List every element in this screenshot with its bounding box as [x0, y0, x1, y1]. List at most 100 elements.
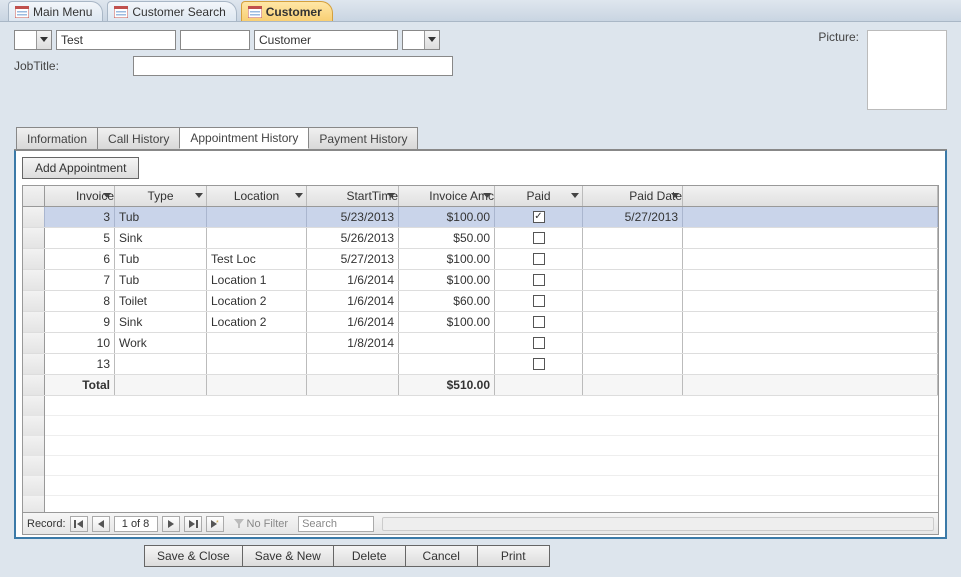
checkbox-icon[interactable] — [533, 316, 545, 328]
cell-invoice-amt[interactable]: $100.00 — [399, 270, 495, 290]
cell-start-time[interactable]: 1/6/2014 — [307, 312, 399, 332]
table-row[interactable]: 10Work1/8/2014 — [23, 333, 938, 354]
cell-invoice[interactable]: 10 — [45, 333, 115, 353]
row-selector[interactable] — [23, 249, 45, 269]
nav-first-button[interactable] — [70, 516, 88, 532]
cell-location[interactable]: Location 2 — [207, 312, 307, 332]
checkbox-icon[interactable] — [533, 253, 545, 265]
no-filter-indicator[interactable]: No Filter — [234, 518, 289, 530]
cell-invoice-amt[interactable]: $100.00 — [399, 312, 495, 332]
suffix-combo[interactable] — [402, 30, 440, 50]
col-invoice-amt[interactable]: Invoice Amc — [399, 186, 495, 206]
first-name-field[interactable]: Test — [56, 30, 176, 50]
doc-tab-customer-search[interactable]: Customer Search — [107, 1, 236, 21]
cell-invoice-amt[interactable] — [399, 333, 495, 353]
checkbox-icon[interactable]: ✓ — [533, 211, 545, 223]
col-paid[interactable]: Paid — [495, 186, 583, 206]
nav-last-button[interactable] — [184, 516, 202, 532]
row-selector[interactable] — [23, 354, 45, 374]
cell-start-time[interactable]: 1/6/2014 — [307, 291, 399, 311]
cell-type[interactable]: Toilet — [115, 291, 207, 311]
cell-start-time[interactable]: 5/23/2013 — [307, 207, 399, 227]
title-combo[interactable] — [14, 30, 52, 50]
cell-paid-date[interactable] — [583, 228, 683, 248]
save-close-button[interactable]: Save & Close — [144, 545, 243, 567]
cell-type[interactable] — [115, 354, 207, 374]
delete-button[interactable]: Delete — [334, 545, 406, 567]
row-selector[interactable] — [23, 228, 45, 248]
row-selector[interactable] — [23, 312, 45, 332]
cell-invoice-amt[interactable]: $100.00 — [399, 207, 495, 227]
cell-invoice-amt[interactable]: $60.00 — [399, 291, 495, 311]
cell-location[interactable]: Test Loc — [207, 249, 307, 269]
cell-start-time[interactable]: 5/26/2013 — [307, 228, 399, 248]
cell-paid-date[interactable] — [583, 312, 683, 332]
cell-start-time[interactable]: 5/27/2013 — [307, 249, 399, 269]
col-location[interactable]: Location — [207, 186, 307, 206]
nav-next-button[interactable] — [162, 516, 180, 532]
cell-start-time[interactable]: 1/6/2014 — [307, 270, 399, 290]
col-invoice[interactable]: Invoice — [45, 186, 115, 206]
cell-location[interactable] — [207, 333, 307, 353]
cell-paid[interactable] — [495, 333, 583, 353]
cell-type[interactable]: Tub — [115, 207, 207, 227]
cell-paid[interactable] — [495, 291, 583, 311]
cell-type[interactable]: Sink — [115, 228, 207, 248]
cell-paid-date[interactable] — [583, 249, 683, 269]
cell-paid-date[interactable] — [583, 270, 683, 290]
cell-paid[interactable]: ✓ — [495, 207, 583, 227]
table-row[interactable]: 9SinkLocation 21/6/2014$100.00 — [23, 312, 938, 333]
checkbox-icon[interactable] — [533, 337, 545, 349]
checkbox-icon[interactable] — [533, 295, 545, 307]
row-selector[interactable] — [23, 207, 45, 227]
col-start-time[interactable]: StartTime — [307, 186, 399, 206]
table-row[interactable]: 13 — [23, 354, 938, 375]
tab-information[interactable]: Information — [16, 127, 98, 149]
cell-paid[interactable] — [495, 312, 583, 332]
cell-location[interactable]: Location 1 — [207, 270, 307, 290]
cell-location[interactable] — [207, 354, 307, 374]
row-selector[interactable] — [23, 291, 45, 311]
row-selector[interactable] — [23, 333, 45, 353]
cell-invoice-amt[interactable]: $50.00 — [399, 228, 495, 248]
col-paid-date[interactable]: Paid Date — [583, 186, 683, 206]
search-input[interactable]: Search — [298, 516, 374, 532]
checkbox-icon[interactable] — [533, 232, 545, 244]
nav-prev-button[interactable] — [92, 516, 110, 532]
last-name-field[interactable]: Customer — [254, 30, 398, 50]
cell-invoice[interactable]: 8 — [45, 291, 115, 311]
checkbox-icon[interactable] — [533, 274, 545, 286]
middle-name-field[interactable] — [180, 30, 250, 50]
cell-invoice[interactable]: 7 — [45, 270, 115, 290]
row-selector[interactable] — [23, 270, 45, 290]
cell-invoice[interactable]: 13 — [45, 354, 115, 374]
tab-appointment-history[interactable]: Appointment History — [179, 127, 309, 149]
doc-tab-main-menu[interactable]: Main Menu — [8, 1, 103, 21]
cell-invoice[interactable]: 3 — [45, 207, 115, 227]
nav-new-button[interactable]: * — [206, 516, 224, 532]
cell-type[interactable]: Work — [115, 333, 207, 353]
cell-paid-date[interactable] — [583, 354, 683, 374]
picture-frame[interactable] — [867, 30, 947, 110]
cell-invoice[interactable]: 9 — [45, 312, 115, 332]
cell-location[interactable]: Location 2 — [207, 291, 307, 311]
cell-location[interactable] — [207, 207, 307, 227]
cell-invoice-amt[interactable] — [399, 354, 495, 374]
cell-location[interactable] — [207, 228, 307, 248]
tab-payment-history[interactable]: Payment History — [308, 127, 418, 149]
add-appointment-button[interactable]: Add Appointment — [22, 157, 139, 179]
save-new-button[interactable]: Save & New — [243, 545, 334, 567]
job-title-field[interactable] — [133, 56, 453, 76]
table-row[interactable]: 3Tub5/23/2013$100.00✓5/27/2013 — [23, 207, 938, 228]
cell-paid[interactable] — [495, 249, 583, 269]
cell-paid-date[interactable] — [583, 291, 683, 311]
cell-invoice[interactable]: 6 — [45, 249, 115, 269]
doc-tab-customer[interactable]: Customer — [241, 1, 333, 21]
table-row[interactable]: 5Sink5/26/2013$50.00 — [23, 228, 938, 249]
col-type[interactable]: Type — [115, 186, 207, 206]
table-row[interactable]: 8ToiletLocation 21/6/2014$60.00 — [23, 291, 938, 312]
table-row[interactable]: 6TubTest Loc5/27/2013$100.00 — [23, 249, 938, 270]
cancel-button[interactable]: Cancel — [406, 545, 478, 567]
cell-paid[interactable] — [495, 270, 583, 290]
cell-type[interactable]: Tub — [115, 270, 207, 290]
